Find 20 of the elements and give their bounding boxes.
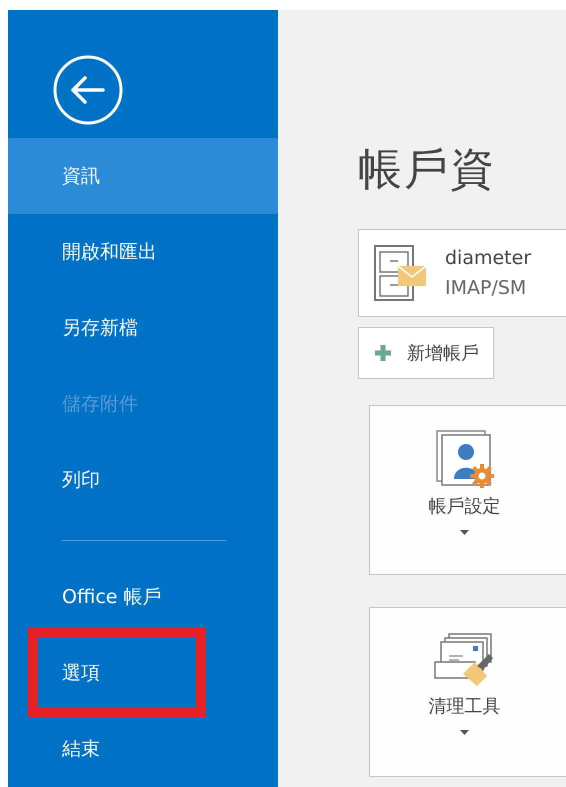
back-icon[interactable] [53,55,123,125]
sidebar-item[interactable]: 另存新檔 [8,290,278,366]
plus-icon [375,345,391,361]
sidebar-item[interactable]: Office 帳戶 [8,559,278,635]
sidebar-item[interactable]: 選項 [8,635,278,711]
account-type: IMAP/SM [445,277,528,299]
sidebar-item[interactable]: 開啟和匯出 [8,214,278,290]
account-name: diameter [445,247,532,269]
cleanup-tools-card[interactable]: 清理工具 [369,607,566,777]
caret-icon [460,730,469,735]
person-gear-icon [434,430,496,490]
account-card[interactable]: diameter IMAP/SM [358,229,566,317]
sidebar-item[interactable]: 結束 [8,711,278,787]
add-account-button[interactable]: 新增帳戶 [358,327,494,379]
sidebar-item[interactable]: 列印 [8,442,278,518]
page-title: 帳戶資 [358,143,497,197]
caret-icon [460,530,469,535]
account-settings-card[interactable]: 帳戶設定 [369,405,566,575]
sidebar-item[interactable]: 資訊 [8,138,278,214]
cabinet-mail-icon [373,244,427,302]
